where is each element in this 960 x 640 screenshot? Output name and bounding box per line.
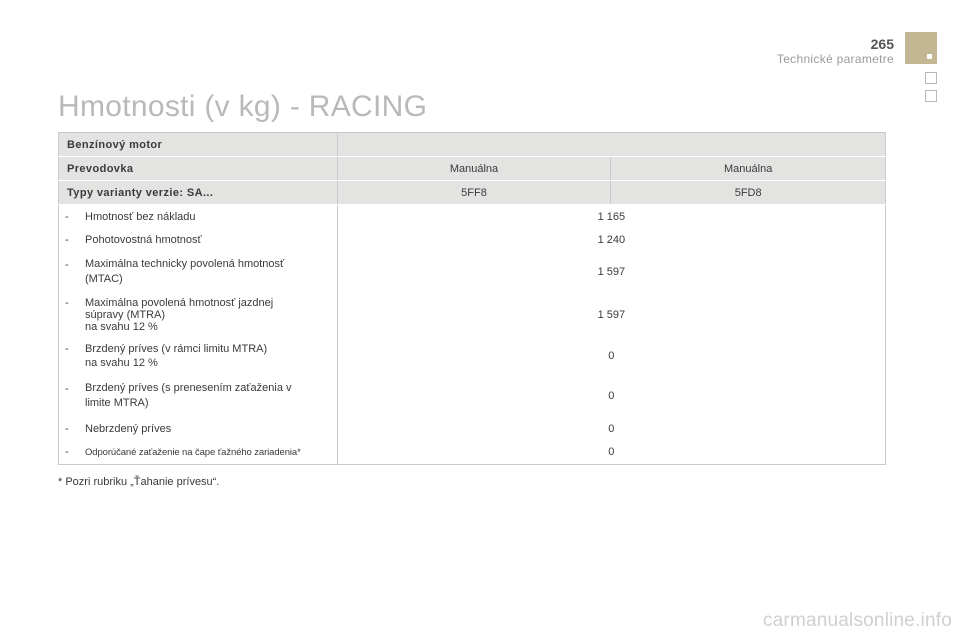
row-label: Hmotnosť bez nákladu	[85, 210, 196, 223]
table-row: - Pohotovostná hmotnosť 1 240	[58, 228, 887, 251]
row-value: 0	[336, 440, 887, 465]
engine-value	[336, 132, 887, 157]
chapter-tab[interactable]	[925, 90, 937, 102]
row-label-line2: limite MTRA)	[85, 397, 149, 409]
gearbox-label: Prevodovka	[58, 156, 338, 181]
row-label-line2: na svahu 12 %	[85, 356, 158, 369]
section-title: Technické parametre	[776, 52, 894, 66]
variant-label: Typy varianty verzie: SA...	[58, 180, 338, 205]
row-label: Brzdený príves (v rámci limitu MTRA)	[85, 342, 268, 355]
row-label: Maximálna technicky povolená hmotnosť	[85, 258, 285, 270]
row-value: 0	[336, 336, 887, 375]
row-value: 0	[336, 416, 887, 441]
chapter-tab-active[interactable]	[905, 32, 937, 64]
row-value: 1 597	[336, 292, 887, 337]
row-label-line2: (MTAC)	[85, 273, 123, 285]
table-row: - Brzdený príves (s prenesením zaťaženia…	[58, 374, 887, 417]
weights-table: Benzínový motor Prevodovka Manuálna Manu…	[58, 132, 887, 465]
variant-value: 5FF8	[336, 180, 611, 205]
row-label: Pohotovostná hmotnosť	[85, 233, 202, 246]
row-value: 1 165	[336, 204, 887, 229]
footnote: * Pozri rubriku „Ťahanie prívesu“.	[58, 476, 220, 488]
table-row: - Nebrzdený príves 0	[58, 416, 887, 441]
table-header-row: Benzínový motor	[58, 132, 887, 157]
table-row: - Brzdený príves (v rámci limitu MTRA) n…	[58, 336, 887, 375]
row-label-line2: súpravy (MTRA)	[85, 308, 166, 321]
chapter-tab[interactable]	[925, 72, 937, 84]
table-header-row: Prevodovka Manuálna Manuálna	[58, 156, 886, 181]
row-value: 1 240	[336, 228, 887, 251]
row-label: Maximálna povolená hmotnosť jazdnej	[85, 296, 274, 309]
page-number: 265	[870, 36, 894, 52]
tab-indicator-icon	[927, 54, 932, 59]
table-row: - Maximálna povolená hmotnosť jazdnej sú…	[58, 292, 887, 337]
row-value: 0	[336, 374, 887, 417]
row-label: Odporúčané zaťaženie na čape ťažného zar…	[85, 447, 301, 459]
row-label-line3: na svahu 12 %	[85, 320, 158, 333]
row-label: Nebrzdený príves	[85, 422, 172, 435]
table-header-row: Typy varianty verzie: SA... 5FF8 5FD8	[58, 180, 886, 205]
row-value: 1 597	[336, 250, 887, 293]
row-label: Brzdený príves (s prenesením zaťaženia v	[85, 382, 292, 394]
table-row: - Odporúčané zaťaženie na čape ťažného za…	[58, 440, 887, 465]
engine-label: Benzínový motor	[58, 132, 338, 157]
gearbox-value: Manuálna	[336, 156, 611, 181]
table-row: - Hmotnosť bez nákladu 1 165	[58, 204, 887, 229]
gearbox-value: Manuálna	[610, 156, 886, 181]
table-row: - Maximálna technicky povolená hmotnosť …	[58, 250, 887, 293]
page-title: Hmotnosti (v kg) - RACING	[58, 90, 428, 123]
variant-value: 5FD8	[610, 180, 886, 205]
watermark-logo: carmanualsonline.info	[762, 610, 952, 631]
